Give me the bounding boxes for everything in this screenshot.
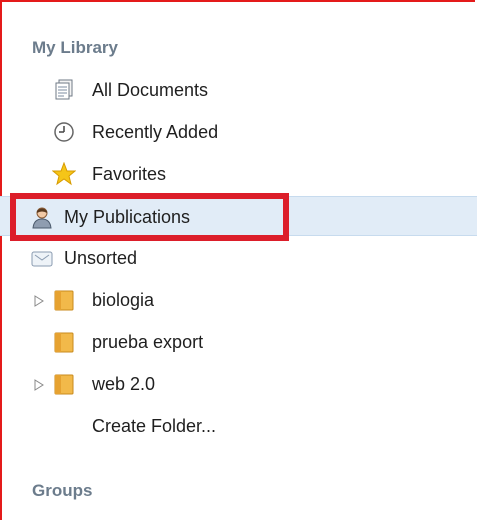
sidebar-item-label: Unsorted xyxy=(64,248,138,268)
sidebar-folder-web-2-0[interactable]: web 2.0 xyxy=(0,364,477,404)
create-folder-button[interactable]: Create Folder... xyxy=(0,406,477,446)
my-library-heading: My Library xyxy=(32,38,118,57)
sidebar-item-label: My Publications xyxy=(64,207,191,227)
sidebar-item-label: Recently Added xyxy=(92,122,219,142)
groups-heading: Groups xyxy=(32,481,93,500)
sidebar-item-unsorted[interactable]: Unsorted xyxy=(0,238,477,278)
tray-icon xyxy=(30,246,54,270)
sidebar-item-favorites[interactable]: Favorites xyxy=(0,154,477,194)
sidebar-folder-prueba-export[interactable]: prueba export xyxy=(0,322,477,362)
folder-icon xyxy=(52,288,76,312)
folder-icon xyxy=(52,330,76,354)
folder-icon xyxy=(52,372,76,396)
star-icon xyxy=(51,161,77,186)
sidebar-item-all-documents[interactable]: All Documents xyxy=(0,70,477,110)
expand-arrow-icon[interactable] xyxy=(34,378,44,391)
user-icon xyxy=(30,205,54,229)
sidebar-item-label: biologia xyxy=(92,290,155,310)
sidebar-item-label: Favorites xyxy=(92,164,167,184)
documents-icon xyxy=(52,78,76,102)
sidebar-item-label: prueba export xyxy=(92,332,204,352)
sidebar-item-label: web 2.0 xyxy=(92,374,156,394)
sidebar-item-my-publications[interactable]: My Publications xyxy=(0,196,477,236)
expand-arrow-icon[interactable] xyxy=(34,294,44,307)
sidebar-item-label: All Documents xyxy=(92,80,209,100)
sidebar-folder-biologia[interactable]: biologia xyxy=(0,280,477,320)
create-folder-label: Create Folder... xyxy=(92,416,217,436)
sidebar-item-recently-added[interactable]: Recently Added xyxy=(0,112,477,152)
clock-icon xyxy=(52,120,76,144)
